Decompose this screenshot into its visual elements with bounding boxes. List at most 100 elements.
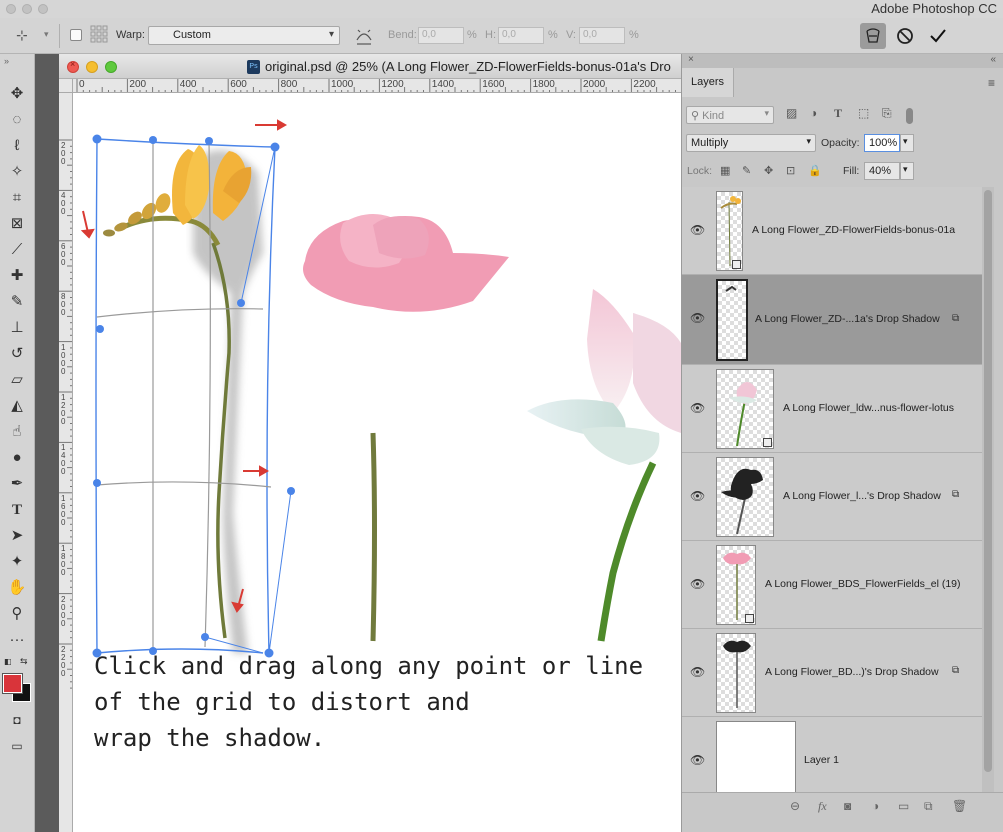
bend-field[interactable]: 0,0 bbox=[418, 27, 464, 44]
layer-row[interactable]: 👁 A Long Flower_l...'s Drop Shadow ⧉ bbox=[682, 453, 982, 541]
healing-brush-tool-icon[interactable]: ✚ bbox=[6, 266, 28, 286]
transform-tool-icon[interactable]: ⊹ bbox=[16, 27, 28, 44]
shape-tool-icon[interactable]: ✦ bbox=[6, 552, 28, 572]
visibility-eye-icon[interactable]: 👁 bbox=[690, 401, 705, 415]
screen-mode-icon[interactable]: ▭ bbox=[6, 736, 28, 756]
visibility-eye-icon[interactable]: 👁 bbox=[690, 577, 705, 591]
delete-layer-icon[interactable]: 🗑 bbox=[952, 799, 967, 813]
ruler-origin[interactable] bbox=[59, 79, 73, 93]
visibility-eye-icon[interactable]: 👁 bbox=[690, 489, 705, 503]
h-distortion-field[interactable]: 0,0 bbox=[498, 27, 544, 44]
change-warp-orientation-icon[interactable] bbox=[354, 26, 374, 46]
frame-tool-icon[interactable]: ⊠ bbox=[6, 214, 28, 234]
reference-point-grid-icon[interactable] bbox=[90, 25, 108, 43]
brush-tool-icon[interactable]: ✎ bbox=[6, 292, 28, 312]
collapse-panel-icon[interactable]: « bbox=[990, 54, 996, 65]
collapse-icon[interactable]: » bbox=[4, 56, 9, 66]
new-group-icon[interactable]: ▭ bbox=[898, 799, 909, 813]
visibility-eye-icon[interactable]: 👁 bbox=[690, 665, 705, 679]
adjustment-layer-filter-icon[interactable]: ◑ bbox=[810, 106, 817, 120]
filter-kind-select[interactable]: ⚲ Kind ▾ bbox=[686, 106, 774, 124]
ruler-tick-label: 600 bbox=[230, 79, 247, 90]
layer-row[interactable]: 👁 Layer 1 bbox=[682, 717, 982, 792]
eraser-tool-icon[interactable]: ▱ bbox=[6, 370, 28, 390]
panel-menu-icon[interactable]: ≡ bbox=[988, 76, 995, 90]
close-panel-icon[interactable]: × bbox=[688, 54, 694, 65]
puppet-warp-toggle-button[interactable] bbox=[860, 23, 886, 49]
minimize-document-button[interactable] bbox=[86, 61, 98, 73]
new-layer-icon[interactable]: ⧉ bbox=[924, 799, 933, 814]
tab-layers[interactable]: Layers bbox=[682, 68, 734, 97]
layer-thumbnail bbox=[716, 633, 756, 713]
layer-name: A Long Flower_BDS_FlowerFields_el (19) bbox=[765, 578, 961, 590]
chevron-down-icon[interactable]: ▾ bbox=[44, 29, 49, 40]
close-dot[interactable] bbox=[6, 4, 16, 14]
lock-position-icon[interactable]: ✥ bbox=[764, 164, 773, 177]
adjustment-layer-icon[interactable]: ◑ bbox=[872, 799, 879, 813]
smudge-tool-icon[interactable]: ☝ bbox=[6, 422, 28, 442]
fill-dropdown-icon[interactable]: ▾ bbox=[900, 162, 914, 180]
layer-name: A Long Flower_l...'s Drop Shadow bbox=[783, 490, 941, 502]
layer-row[interactable]: 👁 A Long Flower_ZD-FlowerFields-bonus-01… bbox=[682, 187, 982, 275]
dodge-tool-icon[interactable]: ● bbox=[6, 448, 28, 468]
smart-object-badge-icon bbox=[732, 260, 741, 269]
history-brush-tool-icon[interactable]: ↺ bbox=[6, 344, 28, 364]
opacity-dropdown-icon[interactable]: ▾ bbox=[900, 134, 914, 152]
zoom-tool-icon[interactable]: ⚲ bbox=[6, 604, 28, 624]
quick-mask-icon[interactable]: ◘ bbox=[6, 710, 28, 730]
vertical-ruler[interactable]: 2 0 0 4 0 0 6 0 0 8 0 0 1 0 0 0 1 2 0 0 1 4 0 … bbox=[59, 93, 73, 832]
visibility-eye-icon[interactable]: 👁 bbox=[690, 311, 705, 325]
more-tools-icon[interactable]: ··· bbox=[6, 630, 28, 650]
smart-object-filter-icon[interactable]: ⎘ bbox=[882, 106, 892, 121]
pen-tool-icon[interactable]: ✒ bbox=[6, 474, 28, 494]
magic-wand-tool-icon[interactable]: ✧ bbox=[6, 162, 28, 182]
type-layer-filter-icon[interactable]: T bbox=[834, 106, 842, 121]
warp-style-select[interactable]: Custom ▾ bbox=[148, 26, 340, 45]
move-tool-icon[interactable]: ✥ bbox=[6, 84, 28, 104]
layers-scrollbar-thumb[interactable] bbox=[984, 190, 992, 772]
commit-transform-icon[interactable] bbox=[928, 26, 948, 46]
default-colors-icon[interactable]: ◧ bbox=[4, 657, 12, 666]
reference-point-checkbox[interactable] bbox=[70, 29, 82, 41]
lock-image-icon[interactable]: ✎ bbox=[742, 164, 751, 177]
bend-label: Bend: bbox=[388, 29, 417, 41]
document-title: original.psd @ 25% (A Long Flower_ZD-Flo… bbox=[265, 59, 671, 74]
layer-row[interactable]: 👁 A Long Flower_ldw...nus-flower-lotus bbox=[682, 365, 982, 453]
clone-stamp-tool-icon[interactable]: ⊥ bbox=[6, 318, 28, 338]
layer-style-fx-icon[interactable]: fx bbox=[818, 799, 827, 814]
fill-field[interactable]: 40% bbox=[864, 162, 900, 180]
horizontal-ruler[interactable]: 0 200 400 600 800 1000 1200 1400 1600 1800 2000 220… bbox=[73, 79, 681, 93]
foreground-color-swatch[interactable] bbox=[2, 673, 23, 694]
layer-row[interactable]: 👁 A Long Flower_BD...)'s Drop Shadow ⧉ bbox=[682, 629, 982, 717]
lock-all-icon[interactable]: 🔒 bbox=[808, 164, 822, 177]
eyedropper-tool-icon[interactable]: ⟋ bbox=[6, 240, 28, 260]
lasso-tool-icon[interactable]: ℓ bbox=[6, 136, 28, 156]
minimize-dot[interactable] bbox=[22, 4, 32, 14]
filter-toggle-switch[interactable] bbox=[906, 108, 913, 124]
path-selection-tool-icon[interactable]: ➤ bbox=[6, 526, 28, 546]
visibility-eye-icon[interactable]: 👁 bbox=[690, 753, 705, 767]
close-document-button[interactable]: × bbox=[67, 59, 79, 73]
zoom-document-button[interactable] bbox=[105, 61, 117, 73]
opacity-field[interactable]: 100% bbox=[864, 134, 900, 152]
layer-row-selected[interactable]: 👁 A Long Flower_ZD-...1a's Drop Shadow ⧉ bbox=[682, 275, 982, 365]
lock-artboard-icon[interactable]: ⊡ bbox=[786, 164, 795, 177]
visibility-eye-icon[interactable]: 👁 bbox=[690, 223, 705, 237]
blend-mode-select[interactable]: Multiply ▾ bbox=[686, 134, 816, 152]
pixel-layer-filter-icon[interactable]: ▨ bbox=[786, 106, 797, 120]
lock-transparent-icon[interactable]: ▦ bbox=[720, 164, 730, 177]
zoom-dot[interactable] bbox=[38, 4, 48, 14]
type-tool-icon[interactable]: T bbox=[6, 500, 28, 520]
crop-tool-icon[interactable]: ⌗ bbox=[6, 188, 28, 208]
swap-colors-icon[interactable]: ⇆ bbox=[20, 656, 28, 667]
link-layers-icon[interactable]: ⊖ bbox=[790, 799, 800, 813]
add-mask-icon[interactable]: ◙ bbox=[844, 799, 851, 813]
marquee-tool-icon[interactable]: ◌ bbox=[6, 110, 28, 130]
v-distortion-field[interactable]: 0,0 bbox=[579, 27, 625, 44]
cancel-transform-icon[interactable] bbox=[896, 27, 914, 45]
hand-tool-icon[interactable]: ✋ bbox=[6, 578, 28, 598]
shape-layer-filter-icon[interactable]: ⬚ bbox=[858, 106, 869, 120]
paint-bucket-tool-icon[interactable]: ◭ bbox=[6, 396, 28, 416]
ruler-tick-label: 6 0 0 bbox=[61, 241, 66, 267]
layer-row[interactable]: 👁 A Long Flower_BDS_FlowerFields_el (19) bbox=[682, 541, 982, 629]
